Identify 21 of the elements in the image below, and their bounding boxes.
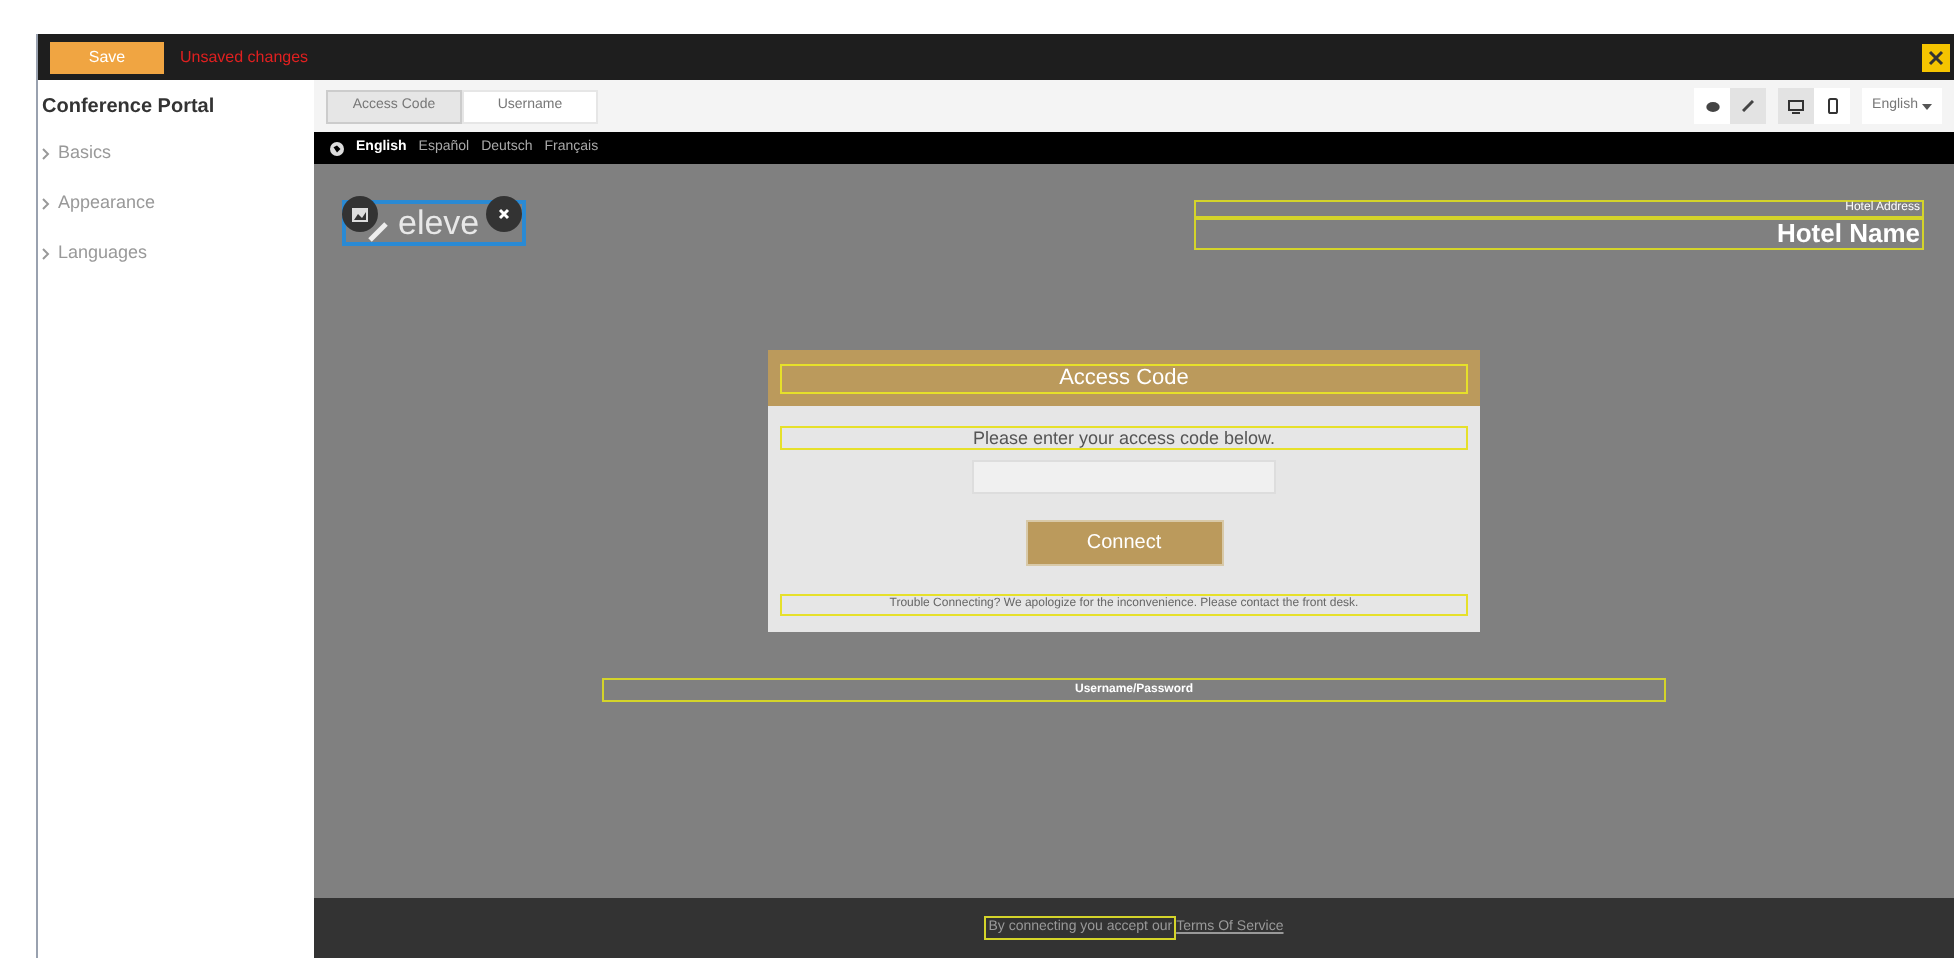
connect-button[interactable]: Connect xyxy=(1025,520,1223,566)
sidebar-item[interactable]: Basics xyxy=(58,139,112,167)
caret-icon xyxy=(1922,103,1932,109)
desktop-icon[interactable] xyxy=(1778,88,1815,124)
logo: eleve xyxy=(342,200,526,246)
chevron-icon xyxy=(42,197,50,209)
close-icon[interactable] xyxy=(1922,43,1950,71)
access-prompt: Please enter your access code below. xyxy=(780,426,1468,450)
pencil-icon xyxy=(368,222,388,242)
sidebar-item[interactable]: Appearance xyxy=(58,189,156,217)
image-icon[interactable] xyxy=(342,196,378,232)
globe-icon xyxy=(330,141,344,155)
remove-icon[interactable] xyxy=(486,196,522,232)
hotel-name: Hotel Name xyxy=(1194,218,1924,250)
chevron-icon xyxy=(42,247,50,259)
pencil-icon[interactable] xyxy=(1730,88,1767,124)
unsaved-status: Unsaved changes xyxy=(180,45,309,69)
chevron-icon xyxy=(42,147,50,159)
card-title: Access Code xyxy=(780,363,1468,393)
sidebar-title: Conference Portal xyxy=(40,94,217,120)
sidebar-item[interactable]: Languages xyxy=(58,239,148,267)
